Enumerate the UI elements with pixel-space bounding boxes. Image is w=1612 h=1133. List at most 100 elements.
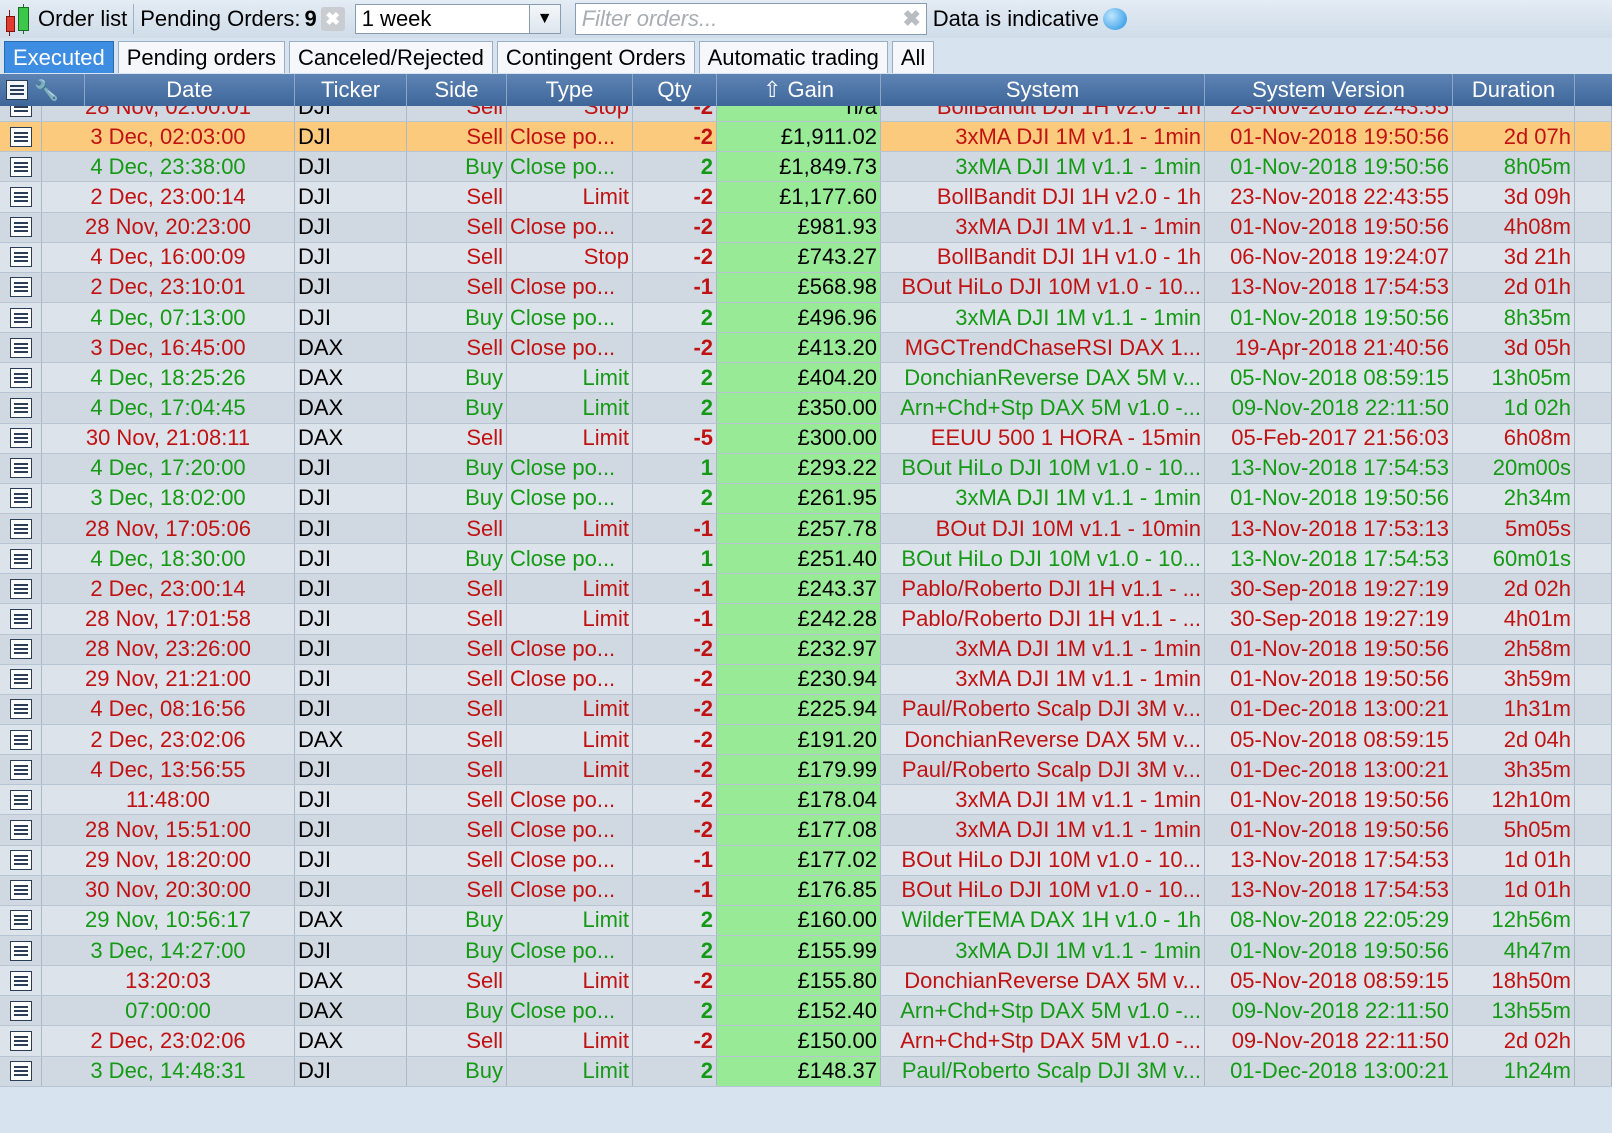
row-details-icon xyxy=(0,604,42,634)
document-icon[interactable] xyxy=(9,548,32,569)
table-row[interactable]: 2 Dec, 23:10:01 DJI Sell Close po... -1 £568.… xyxy=(0,272,1612,303)
table-row[interactable]: 4 Dec, 17:04:45 DAX Buy Limit 2 £350.00 Arn+Ch… xyxy=(0,393,1612,424)
column-header-system[interactable]: System xyxy=(881,74,1205,106)
document-icon[interactable] xyxy=(9,850,32,871)
chevron-down-icon[interactable]: ▼ xyxy=(528,5,560,33)
column-header-system-version[interactable]: System Version xyxy=(1205,74,1453,106)
table-row[interactable]: 28 Nov, 23:26:00 DJI Sell Close po... -2 £232… xyxy=(0,634,1612,665)
document-icon[interactable] xyxy=(9,819,32,840)
orders-grid[interactable]: 28 Nov, 02:00:01 DJI Sell Stop -2 n/a BollBand… xyxy=(0,106,1612,1133)
document-icon[interactable] xyxy=(9,608,32,629)
tab-executed[interactable]: Executed xyxy=(4,41,114,73)
document-icon[interactable] xyxy=(6,80,28,100)
cell-date: 3 Dec, 14:48:31 xyxy=(42,1056,295,1086)
tab-automatic-trading[interactable]: Automatic trading xyxy=(698,41,888,73)
clear-pending-icon[interactable]: ✖ xyxy=(320,7,345,31)
table-row[interactable]: 2 Dec, 23:02:06 DAX Sell Limit -2 £150.00 Arn+… xyxy=(0,1026,1612,1057)
document-icon[interactable] xyxy=(9,639,32,660)
tab-contingent-orders[interactable]: Contingent Orders xyxy=(496,41,695,73)
table-row[interactable]: 3 Dec, 16:45:00 DAX Sell Close po... -2 £413.… xyxy=(0,333,1612,364)
table-row[interactable]: 29 Nov, 21:21:00 DJI Sell Close po... -2 £230… xyxy=(0,664,1612,695)
document-icon[interactable] xyxy=(9,488,32,509)
document-icon[interactable] xyxy=(9,1061,32,1082)
table-row[interactable]: 28 Nov, 17:05:06 DJI Sell Limit -1 £257.78 BOu… xyxy=(0,513,1612,545)
table-row[interactable]: 13:20:03 DAX Sell Limit -2 £155.80 DonchianRev… xyxy=(0,966,1612,997)
column-header-side[interactable]: Side xyxy=(407,74,507,106)
table-row[interactable]: 4 Dec, 17:20:00 DJI Buy Close po... 1 £293.22… xyxy=(0,453,1612,484)
table-row[interactable]: 4 Dec, 18:25:26 DAX Buy Limit 2 £404.20 Donchi… xyxy=(0,363,1612,394)
table-row[interactable]: 07:00:00 DAX Buy Close po... 2 £152.40 Arn+Chd… xyxy=(0,996,1612,1027)
table-row[interactable]: 4 Dec, 18:30:00 DJI Buy Close po... 1 £251.40… xyxy=(0,544,1612,575)
column-header-type[interactable]: Type xyxy=(507,74,633,106)
document-icon[interactable] xyxy=(9,669,32,690)
clear-filter-icon[interactable]: ✖ xyxy=(898,6,926,32)
document-icon[interactable] xyxy=(9,367,32,388)
wrench-icon[interactable]: 🔧 xyxy=(34,78,59,103)
tab-canceled-rejected[interactable]: Canceled/Rejected xyxy=(288,41,493,73)
table-row[interactable]: 28 Nov, 20:23:00 DJI Sell Close po... -2 £981… xyxy=(0,212,1612,243)
document-icon[interactable] xyxy=(9,217,32,238)
table-row[interactable]: 4 Dec, 23:38:00 DJI Buy Close po... 2 £1,849.… xyxy=(0,152,1612,183)
cell-ticker: DAX xyxy=(295,393,407,423)
table-row[interactable]: 2 Dec, 23:00:14 DJI Sell Limit -1 £243.37 Pabl… xyxy=(0,574,1612,605)
table-row[interactable]: 3 Dec, 18:02:00 DJI Buy Close po... 2 £261.95… xyxy=(0,483,1612,514)
table-row[interactable]: 30 Nov, 20:30:00 DJI Sell Close po... -1 £176… xyxy=(0,875,1612,906)
table-row[interactable]: 4 Dec, 13:56:55 DJI Sell Limit -2 £179.99 Paul… xyxy=(0,755,1612,786)
cell-side: Buy xyxy=(407,302,507,333)
column-header-extra[interactable] xyxy=(1575,74,1612,106)
table-row[interactable]: 29 Nov, 10:56:17 DAX Buy Limit 2 £160.00 Wilde… xyxy=(0,905,1612,936)
document-icon[interactable] xyxy=(9,307,32,328)
tab-all[interactable]: All xyxy=(891,41,935,73)
document-icon[interactable] xyxy=(9,277,32,298)
document-icon[interactable] xyxy=(9,186,32,207)
table-row[interactable]: 4 Dec, 16:00:09 DJI Sell Stop -2 £743.27 BollB… xyxy=(0,242,1612,273)
document-icon[interactable] xyxy=(9,880,32,901)
table-row[interactable]: 29 Nov, 18:20:00 DJI Sell Close po... -1 £177… xyxy=(0,845,1612,876)
table-row-selected[interactable]: 3 Dec, 02:03:00 DJI Sell Close po... -2 £1,91… xyxy=(0,122,1612,153)
document-icon[interactable] xyxy=(9,428,32,449)
document-icon[interactable] xyxy=(9,156,32,177)
filter-orders-input[interactable] xyxy=(575,5,898,33)
info-bubble-icon[interactable] xyxy=(1103,8,1128,30)
document-icon[interactable] xyxy=(9,247,32,268)
cell-date: 4 Dec, 08:16:56 xyxy=(42,694,295,724)
document-icon[interactable] xyxy=(9,940,32,961)
table-row[interactable]: 4 Dec, 07:13:00 DJI Buy Close po... 2 £496.96… xyxy=(0,302,1612,334)
document-icon[interactable] xyxy=(9,789,32,810)
document-icon[interactable] xyxy=(9,458,32,479)
filter-orders-field[interactable]: ✖ xyxy=(574,3,927,35)
period-select[interactable]: 1 week ▼ xyxy=(354,4,561,34)
table-row[interactable]: 4 Dec, 08:16:56 DJI Sell Limit -2 £225.94 Paul… xyxy=(0,694,1612,725)
column-header-qty[interactable]: Qty xyxy=(633,74,717,106)
document-icon[interactable] xyxy=(9,106,32,117)
document-icon[interactable] xyxy=(9,699,32,720)
table-row[interactable]: 28 Nov, 02:00:01 DJI Sell Stop -2 n/a BollBand… xyxy=(0,106,1612,123)
document-icon[interactable] xyxy=(9,759,32,780)
table-row[interactable]: 3 Dec, 14:27:00 DJI Buy Close po... 2 £155.99… xyxy=(0,935,1612,967)
document-icon[interactable] xyxy=(9,729,32,750)
document-icon[interactable] xyxy=(9,397,32,418)
table-row[interactable]: 28 Nov, 15:51:00 DJI Sell Close po... -2 £177… xyxy=(0,815,1612,846)
cell-side: Sell xyxy=(407,333,507,363)
table-row[interactable]: 30 Nov, 21:08:11 DAX Sell Limit -5 £300.00 EEU… xyxy=(0,423,1612,454)
document-icon[interactable] xyxy=(9,337,32,358)
column-header-duration[interactable]: Duration xyxy=(1453,74,1575,106)
table-row[interactable]: 11:48:00 DJI Sell Close po... -2 £178.04 3xMA … xyxy=(0,785,1612,816)
table-row[interactable]: 2 Dec, 23:00:14 DJI Sell Limit -2 £1,177.60 Bo… xyxy=(0,182,1612,213)
document-icon[interactable] xyxy=(9,910,32,931)
table-row[interactable]: 28 Nov, 17:01:58 DJI Sell Limit -1 £242.28 Pab… xyxy=(0,604,1612,635)
column-header-ticker[interactable]: Ticker xyxy=(295,74,407,106)
document-icon[interactable] xyxy=(9,970,32,991)
document-icon[interactable] xyxy=(9,518,32,539)
document-icon[interactable] xyxy=(9,126,32,147)
column-header-date[interactable]: Date xyxy=(85,74,295,106)
table-row[interactable]: 3 Dec, 14:48:31 DJI Buy Limit 2 £148.37 Paul/R… xyxy=(0,1056,1612,1087)
document-icon[interactable] xyxy=(9,578,32,599)
table-row[interactable]: 2 Dec, 23:02:06 DAX Sell Limit -2 £191.20 Donc… xyxy=(0,724,1612,756)
cell-type: Limit xyxy=(507,604,633,634)
column-header-gain[interactable]: ⇧ Gain xyxy=(717,74,881,106)
tab-pending-orders[interactable]: Pending orders xyxy=(117,41,285,73)
document-icon[interactable] xyxy=(9,1000,32,1021)
cell-type: Close po... xyxy=(507,302,633,333)
document-icon[interactable] xyxy=(9,1030,32,1051)
